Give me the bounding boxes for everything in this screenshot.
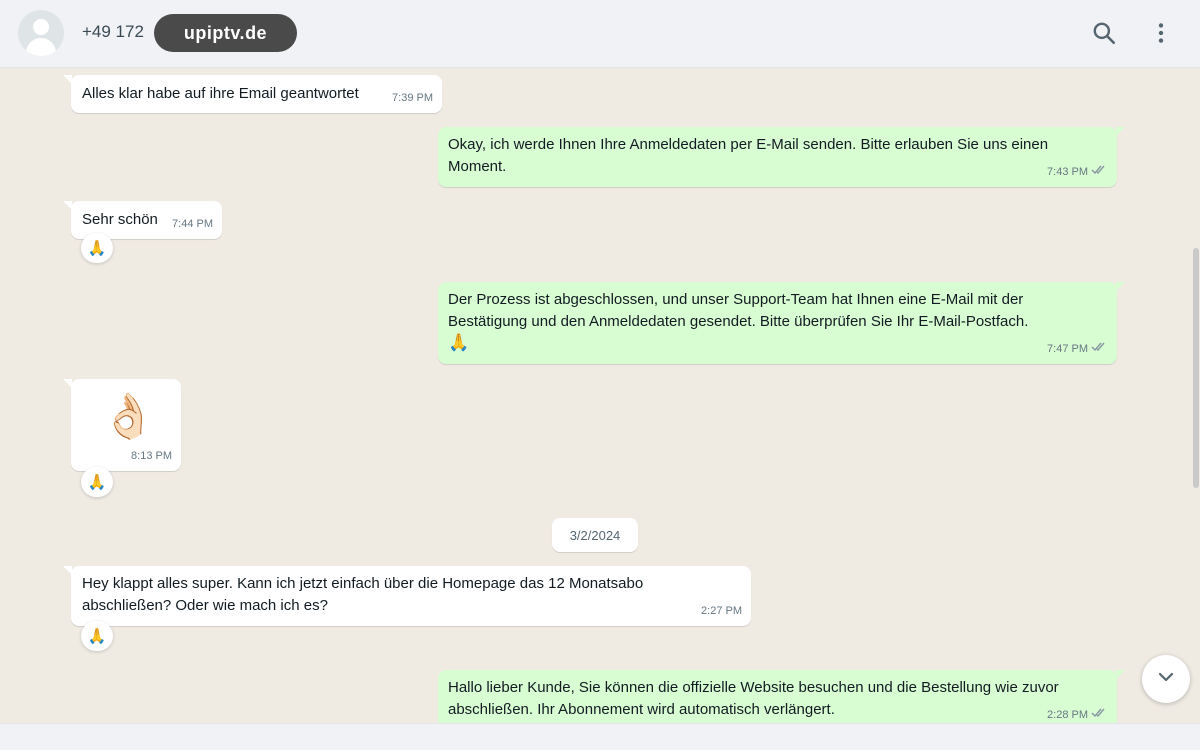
search-icon[interactable] <box>1091 20 1117 46</box>
contact-number[interactable]: +49 172 <box>82 22 144 42</box>
chat-header: +49 172 upiptv.de <box>0 0 1200 68</box>
double-check-icon <box>1091 704 1108 723</box>
reaction-badge[interactable]: 🙏 <box>81 233 113 263</box>
bubble-tail <box>1116 670 1125 679</box>
message-outgoing[interactable]: Okay, ich werde Ihnen Ihre Anmeldedaten … <box>438 127 1125 187</box>
chat-area[interactable]: Alles klar habe auf ihre Email geantwort… <box>0 68 1200 723</box>
message-incoming[interactable]: Hey klappt alles super. Kann ich jetzt e… <box>63 566 751 626</box>
reaction-badge[interactable]: 🙏 <box>81 621 113 651</box>
message-emoji-line: 🙏 <box>448 333 470 352</box>
message-text: Sehr schön <box>82 211 158 228</box>
message-time: 2:28 PM <box>1047 709 1088 721</box>
brand-overlay-label: upiptv.de <box>154 14 297 52</box>
chat-scrollbar[interactable] <box>1192 68 1200 723</box>
message-time: 7:39 PM <box>392 92 433 104</box>
message-meta: 7:44 PM <box>172 213 213 235</box>
message-incoming[interactable]: Alles klar habe auf ihre Email geantwort… <box>63 75 442 113</box>
message-meta: 2:28 PM <box>1047 704 1108 723</box>
double-check-icon <box>1091 338 1108 360</box>
scroll-to-bottom-button[interactable] <box>1142 655 1190 703</box>
message-text: Hallo lieber Kunde, Sie können die offiz… <box>448 679 1059 718</box>
message-text: Okay, ich werde Ihnen Ihre Anmeldedaten … <box>448 136 1049 175</box>
message-meta: 8:13 PM <box>131 445 172 467</box>
bubble-tail <box>1116 127 1125 136</box>
bubble-tail <box>63 201 72 210</box>
message-time: 7:47 PM <box>1047 343 1088 355</box>
message-outgoing[interactable]: Hallo lieber Kunde, Sie können die offiz… <box>438 670 1125 723</box>
menu-icon[interactable] <box>1148 20 1174 46</box>
message-meta: 7:47 PM <box>1047 338 1108 360</box>
ok-hand-emoji: 👌🏻 <box>101 392 156 441</box>
double-check-icon <box>1091 161 1108 183</box>
message-time: 2:27 PM <box>701 605 742 617</box>
contact-avatar[interactable] <box>18 10 64 56</box>
message-meta: 2:27 PM <box>701 600 742 622</box>
bubble-tail <box>1116 282 1125 291</box>
message-meta: 7:43 PM <box>1047 161 1108 183</box>
bubble-tail <box>63 566 72 575</box>
message-time: 7:43 PM <box>1047 166 1088 178</box>
avatar-body-shape <box>26 38 56 56</box>
reaction-badge[interactable]: 🙏 <box>81 467 113 497</box>
message-outgoing[interactable]: Der Prozess ist abgeschlossen, und unser… <box>438 282 1125 364</box>
scrollbar-thumb[interactable] <box>1193 248 1199 488</box>
message-text: Hey klappt alles super. Kann ich jetzt e… <box>82 575 644 614</box>
message-text: Der Prozess ist abgeschlossen, und unser… <box>448 291 1029 330</box>
composer-area <box>0 723 1200 750</box>
chevron-down-icon <box>1154 665 1178 694</box>
avatar-head-shape <box>33 19 49 35</box>
message-time: 7:44 PM <box>172 218 213 230</box>
message-time: 8:13 PM <box>131 450 172 462</box>
bubble-tail <box>63 379 72 388</box>
message-incoming-emoji[interactable]: 👌🏻 8:13 PM <box>63 379 181 471</box>
message-meta: 7:39 PM <box>392 87 433 109</box>
bubble-tail <box>63 75 72 84</box>
message-text: Alles klar habe auf ihre Email geantwort… <box>82 85 359 102</box>
date-divider: 3/2/2024 <box>552 518 638 552</box>
